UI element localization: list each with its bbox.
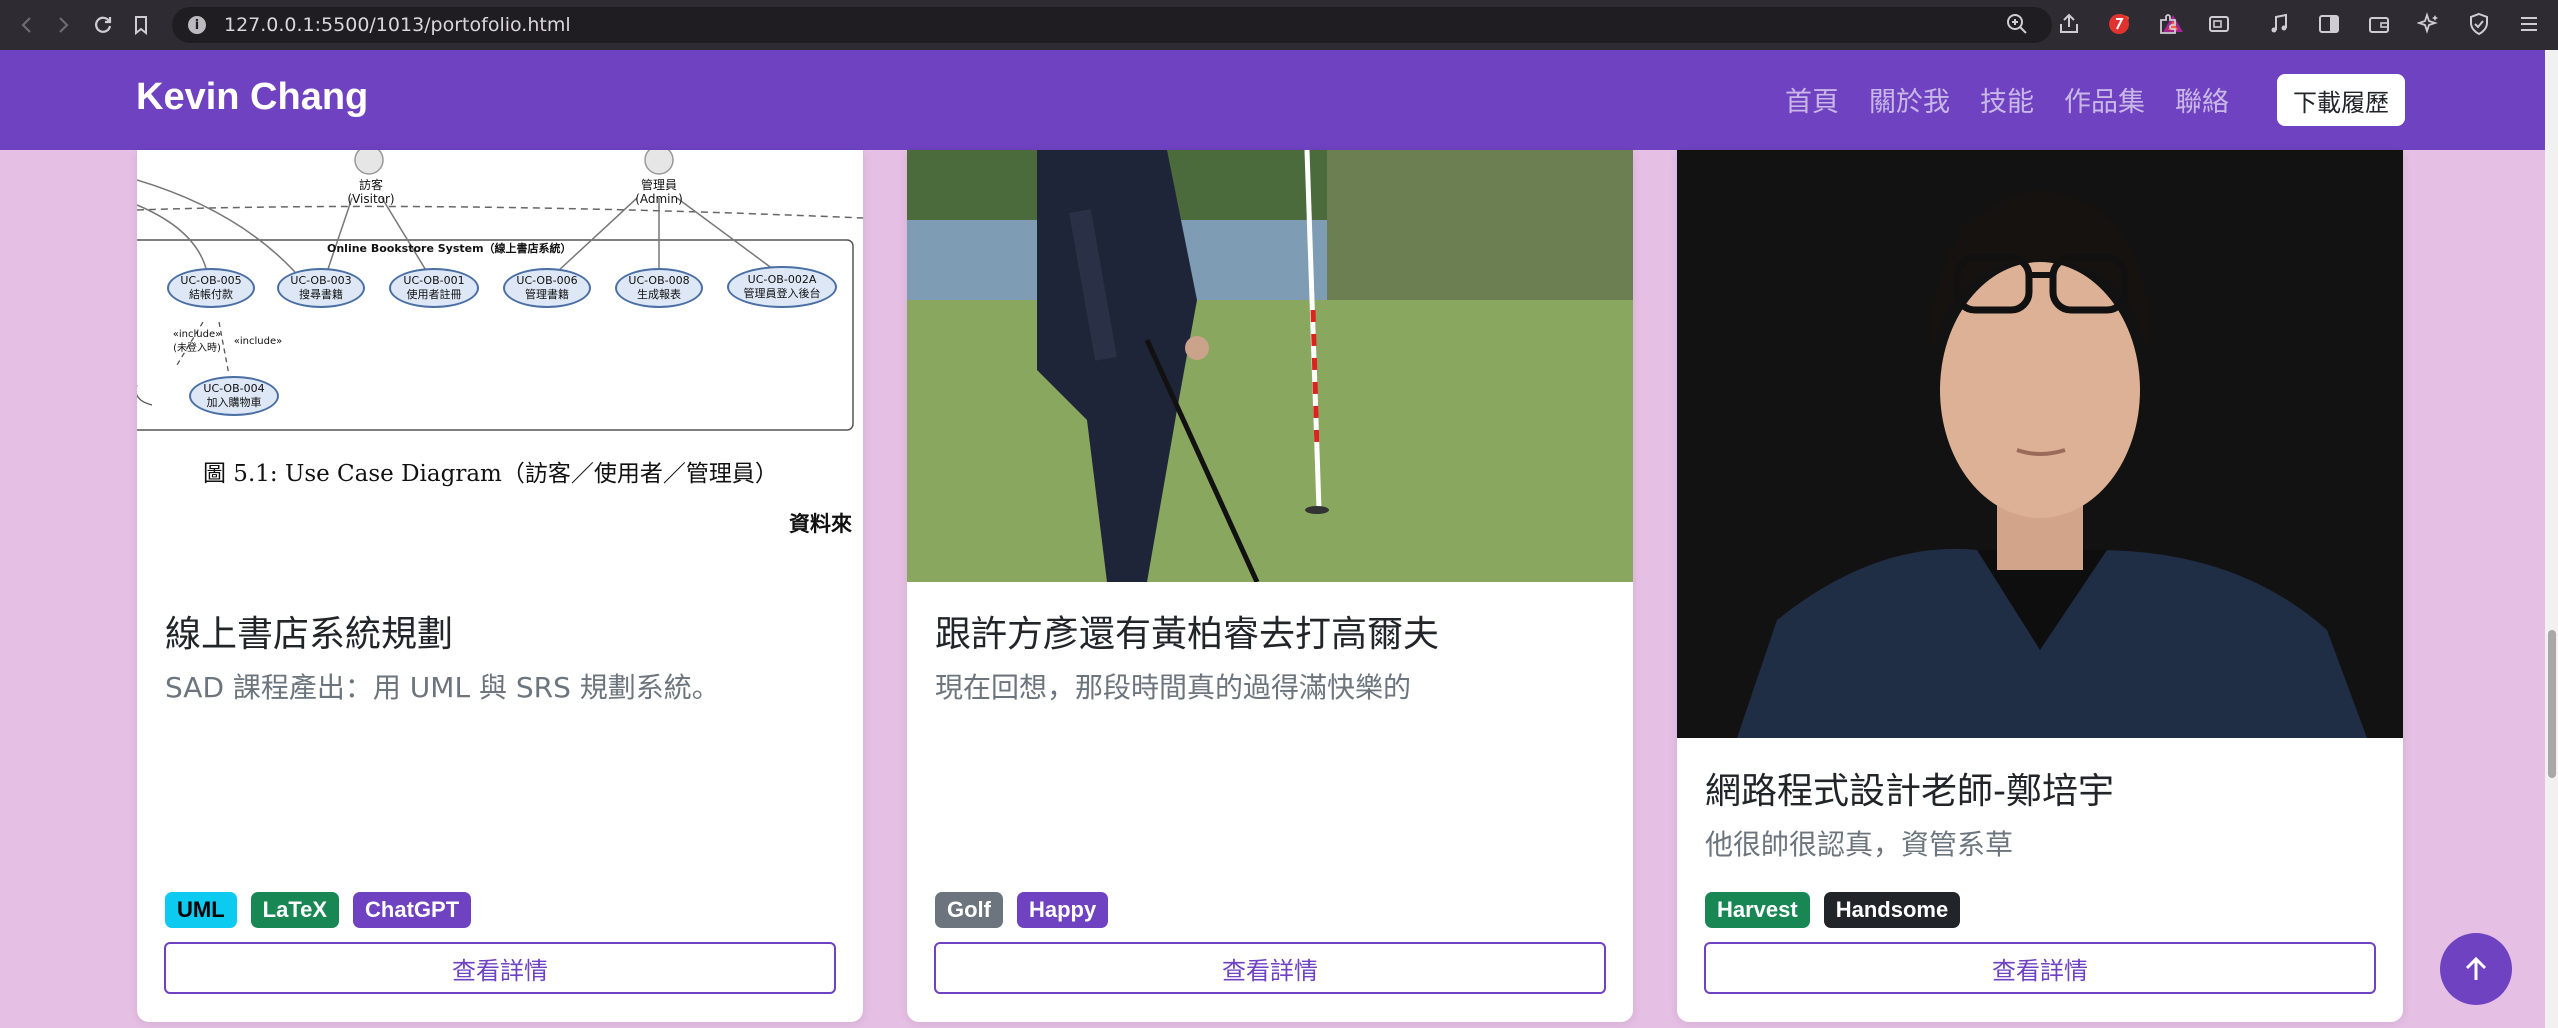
- actor-admin: 管理員 (Admin): [635, 178, 683, 206]
- include-label: «include»: [233, 336, 283, 347]
- card-title: 網路程式設計老師-鄭培宇: [1705, 771, 2114, 812]
- tag-latex: LaTeX: [250, 892, 340, 928]
- share-icon[interactable]: [2052, 7, 2086, 41]
- download-resume-button[interactable]: 下載履歷: [2277, 74, 2405, 126]
- use-case-uc-ob-002a: UC-OB-002A 管理員登入後台: [727, 266, 837, 308]
- diagram-source-text: 資料來: [789, 511, 852, 536]
- use-case-uc-ob-003: UC-OB-003 搜尋書籍: [277, 268, 365, 308]
- use-case-uc-ob-006: UC-OB-006 管理書籍: [503, 268, 591, 308]
- media-icon[interactable]: [2262, 7, 2296, 41]
- site-info-icon[interactable]: i: [188, 16, 206, 34]
- nav-link-about[interactable]: 關於我: [1869, 80, 1950, 119]
- card-tags: UML LaTeX ChatGPT: [165, 892, 472, 928]
- teacher-portrait-photo: [1677, 150, 2403, 738]
- tag-uml: UML: [165, 892, 237, 928]
- view-details-button[interactable]: 查看詳情: [1704, 942, 2376, 994]
- card-tags: Harvest Handsome: [1705, 892, 1961, 928]
- wallet-icon[interactable]: [2362, 7, 2396, 41]
- tag-chatgpt: ChatGPT: [353, 892, 472, 928]
- address-bar[interactable]: i 127.0.0.1:5500/1013/portofolio.html: [172, 7, 2052, 43]
- leo-ai-icon[interactable]: [2412, 7, 2446, 41]
- diagram-lines: [137, 150, 863, 431]
- zoom-icon[interactable]: [2000, 7, 2034, 41]
- extensions-toolbar: [2102, 7, 2546, 41]
- scroll-to-top-button[interactable]: [2440, 933, 2512, 1005]
- site-navbar: Kevin Chang 首頁 關於我 技能 作品集 聯絡 下載履歷: [0, 50, 2545, 150]
- tag-happy: Happy: [1017, 892, 1109, 928]
- system-label: Online Bookstore System（線上書店系統）: [327, 242, 572, 255]
- portfolio-card-golf: 跟許方彥還有黃柏睿去打高爾夫 現在回想，那段時間真的過得滿快樂的 Golf Ha…: [907, 150, 1633, 1022]
- tag-harvest: Harvest: [1705, 892, 1810, 928]
- portrait-scene: [1677, 150, 2403, 738]
- card-title: 線上書店系統規劃: [165, 614, 454, 655]
- page-scrollbar[interactable]: [2545, 50, 2558, 1028]
- extensions-puzzle-icon[interactable]: [2152, 7, 2186, 41]
- use-case-uc-ob-008: UC-OB-008 生成報表: [615, 268, 703, 308]
- nav-link-contact[interactable]: 聯絡: [2175, 80, 2229, 119]
- portfolio-card-teacher: 網路程式設計老師-鄭培宇 他很帥很認真，資管系草 Harvest Handsom…: [1677, 150, 2403, 1022]
- card-title: 跟許方彥還有黃柏睿去打高爾夫: [935, 614, 1440, 655]
- forward-icon[interactable]: [46, 8, 80, 42]
- reload-icon[interactable]: [86, 8, 120, 42]
- card-tags: Golf Happy: [935, 892, 1109, 928]
- extension-red-icon[interactable]: [2102, 7, 2136, 41]
- actor-visitor: 訪客 (Visitor): [347, 178, 395, 206]
- sidebar-icon[interactable]: [2312, 7, 2346, 41]
- use-case-uc-ob-004: UC-OB-004 加入購物車: [189, 376, 279, 416]
- screenshot-icon[interactable]: [2202, 7, 2236, 41]
- menu-icon[interactable]: [2512, 7, 2546, 41]
- vpn-shield-icon[interactable]: [2462, 7, 2496, 41]
- url-text: 127.0.0.1:5500/1013/portofolio.html: [224, 14, 571, 36]
- nav-link-home[interactable]: 首頁: [1785, 80, 1839, 119]
- portfolio-card-bookstore: 訪客 (Visitor) 管理員 (Admin) Online Bookstore …: [137, 150, 863, 1022]
- use-case-uc-ob-001: UC-OB-001 使用者註冊: [389, 268, 479, 308]
- tag-handsome: Handsome: [1823, 892, 1961, 928]
- diagram-caption: 圖 5.1: Use Case Diagram（訪客／使用者／管理員）: [203, 461, 778, 487]
- back-icon[interactable]: [10, 8, 44, 42]
- scrollbar-thumb[interactable]: [2548, 630, 2556, 778]
- site-brand[interactable]: Kevin Chang: [136, 76, 368, 119]
- golf-photo: [907, 150, 1633, 582]
- card-text: SAD 課程產出：用 UML 與 SRS 規劃系統。: [165, 671, 720, 704]
- view-details-button[interactable]: 查看詳情: [164, 942, 836, 994]
- nav-links: 首頁 關於我 技能 作品集 聯絡: [1785, 80, 2259, 119]
- use-case-diagram-image: 訪客 (Visitor) 管理員 (Admin) Online Bookstore …: [137, 150, 863, 580]
- bookmark-icon[interactable]: [124, 8, 158, 42]
- tag-golf: Golf: [935, 892, 1003, 928]
- view-details-button[interactable]: 查看詳情: [934, 942, 1606, 994]
- arrow-up-icon: [2465, 956, 2487, 980]
- use-case-uc-ob-005: UC-OB-005 結帳付款: [167, 268, 255, 308]
- card-text: 現在回想，那段時間真的過得滿快樂的: [935, 671, 1412, 704]
- nav-link-skills[interactable]: 技能: [1980, 80, 2034, 119]
- browser-toolbar: i 127.0.0.1:5500/1013/portofolio.html: [0, 0, 2558, 50]
- golf-scene: [907, 150, 1633, 582]
- card-text: 他很帥很認真，資管系草: [1705, 828, 2014, 861]
- nav-link-portfolio[interactable]: 作品集: [2064, 80, 2145, 119]
